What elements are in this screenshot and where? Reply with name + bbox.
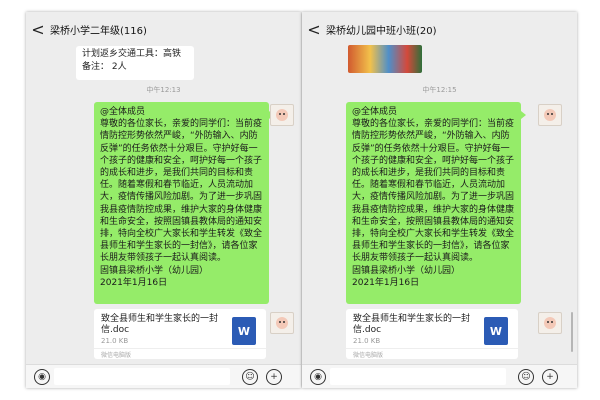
- message-input[interactable]: [54, 368, 230, 385]
- file-name: 致全县师生和学生家长的一封信.doc: [101, 314, 219, 335]
- avatar[interactable]: [538, 312, 562, 334]
- voice-icon[interactable]: ◉: [310, 369, 326, 385]
- message-bubble-outgoing[interactable]: @全体成员 尊敬的各位家长，亲爱的同学们：当前疫情防控形势依然严峻，“外防输入、…: [94, 102, 274, 304]
- back-icon[interactable]: <: [26, 20, 50, 39]
- file-source: 微信电脑版: [101, 352, 132, 359]
- file-source: 微信电脑版: [353, 352, 384, 359]
- file-size: 21.0 KB: [101, 337, 129, 345]
- file-size: 21.0 KB: [353, 337, 381, 345]
- file-message[interactable]: 致全县师生和学生家长的一封信.doc 21.0 KB 微信电脑版 W: [346, 309, 518, 359]
- divider: [346, 348, 518, 349]
- back-icon[interactable]: <: [302, 20, 326, 39]
- message-bubble-outgoing[interactable]: @全体成员 尊敬的各位家长，亲爱的同学们：当前疫情防控形势依然严峻，“外防输入、…: [346, 102, 526, 304]
- chat-title: 梁桥小学二年级(116): [50, 25, 147, 37]
- message-line: 备注： 2人: [82, 62, 127, 72]
- word-doc-icon: W: [484, 317, 508, 345]
- chat-window-right: < 梁桥幼儿园中班小班(20) 中午12:15 @全体成员 尊敬的各位家长，亲爱…: [302, 12, 577, 388]
- chat-window-left: < 梁桥小学二年级(116) 计划返乡交通工具：高铁 备注： 2人 中午12:1…: [26, 12, 301, 388]
- chat-header: < 梁桥幼儿园中班小班(20): [302, 12, 577, 46]
- avatar[interactable]: [538, 104, 562, 126]
- scrollbar[interactable]: [571, 312, 573, 352]
- message-timestamp: 中午12:13: [146, 86, 181, 94]
- file-message[interactable]: 致全县师生和学生家长的一封信.doc 21.0 KB 微信电脑版 W: [94, 309, 266, 359]
- voice-icon[interactable]: ◉: [34, 369, 50, 385]
- divider: [94, 348, 266, 349]
- message-input[interactable]: [330, 368, 506, 385]
- input-bar: ◉ ☺ +: [302, 364, 577, 388]
- avatar[interactable]: [270, 104, 294, 126]
- emoji-icon[interactable]: ☺: [242, 369, 258, 385]
- message-timestamp: 中午12:15: [422, 86, 457, 94]
- avatar[interactable]: [270, 312, 294, 334]
- emoji-icon[interactable]: ☺: [518, 369, 534, 385]
- word-doc-icon: W: [232, 317, 256, 345]
- plus-icon[interactable]: +: [266, 369, 282, 385]
- message-line: 计划返乡交通工具：高铁: [82, 49, 182, 59]
- input-bar: ◉ ☺ +: [26, 364, 301, 388]
- plus-icon[interactable]: +: [542, 369, 558, 385]
- file-name: 致全县师生和学生家长的一封信.doc: [353, 314, 471, 335]
- chat-header: < 梁桥小学二年级(116): [26, 12, 301, 46]
- image-message[interactable]: [348, 45, 422, 73]
- chat-title: 梁桥幼儿园中班小班(20): [326, 25, 437, 37]
- message-bubble-incoming: 计划返乡交通工具：高铁 备注： 2人: [76, 46, 194, 80]
